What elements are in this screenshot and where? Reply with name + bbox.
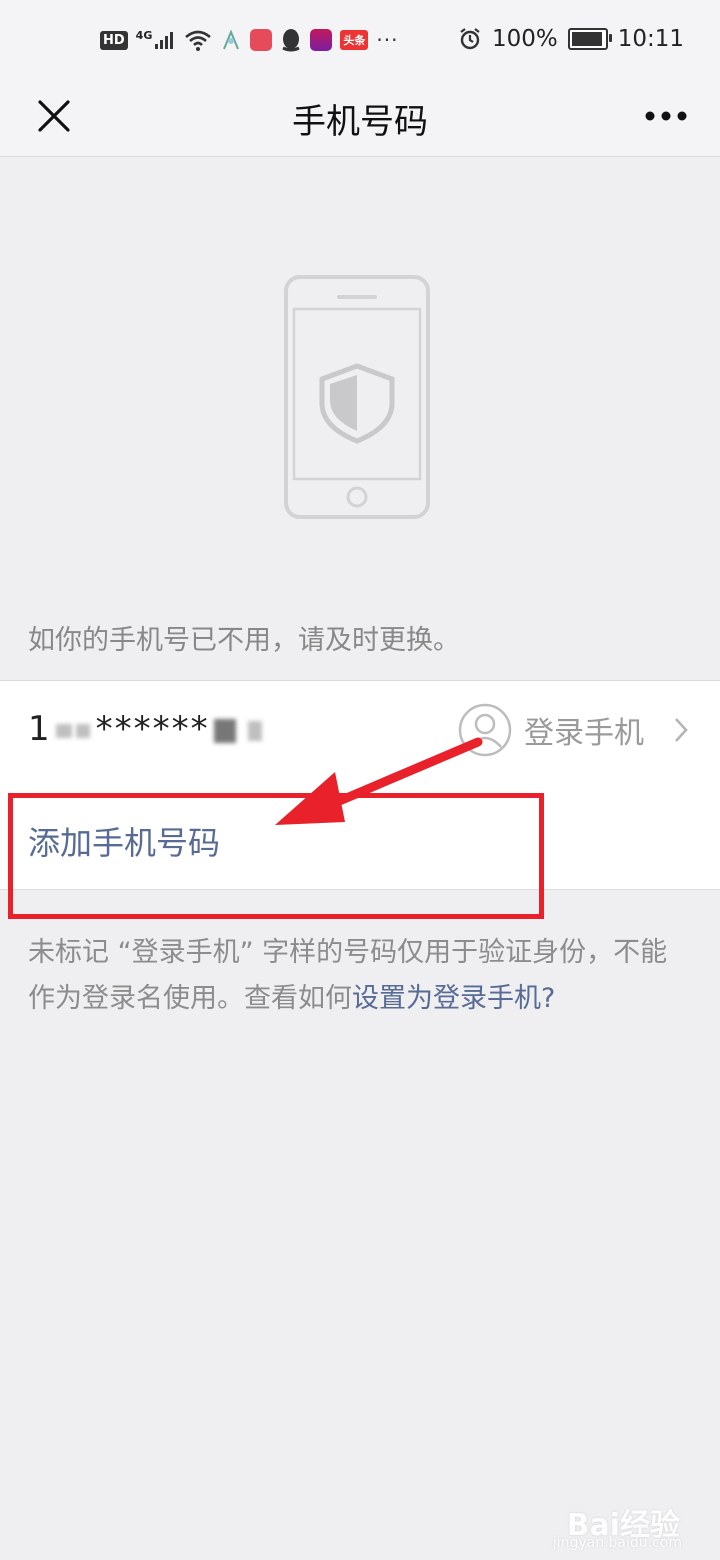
- more-notifications: ···: [376, 28, 399, 52]
- alarm-icon: [460, 28, 480, 50]
- hd-badge: HD: [100, 30, 128, 50]
- battery-charging-icon: [567, 28, 612, 50]
- status-right: 100% 10:11: [458, 26, 684, 52]
- qq-icon: [282, 29, 301, 52]
- clock: 10:11: [617, 26, 684, 52]
- page-title: 手机号码: [292, 102, 428, 142]
- more-icon[interactable]: [642, 96, 690, 136]
- user-icon: [458, 703, 512, 757]
- highlight-box: [8, 793, 544, 919]
- nav-bar: 手机号码: [0, 84, 720, 157]
- note-text: 未标记 “登录手机” 字样的号码仅用于验证身份，不能作为登录名使用。查看如何: [28, 937, 668, 1014]
- login-note: 未标记 “登录手机” 字样的号码仅用于验证身份，不能作为登录名使用。查看如何设置…: [28, 930, 692, 1022]
- battery-percent: 100%: [491, 26, 558, 52]
- phone-number-row[interactable]: 1 ****** 登录手机: [0, 680, 720, 787]
- phone-number-masked: ******: [95, 709, 210, 749]
- blur-mask: [247, 720, 262, 741]
- set-login-phone-link[interactable]: 设置为登录手机: [352, 983, 541, 1014]
- app-icon: [223, 29, 240, 50]
- book-app-icon: [250, 29, 273, 51]
- phone-number: 1 ******: [28, 709, 262, 749]
- phone-number-prefix: 1: [28, 709, 52, 749]
- wifi-icon: [185, 30, 212, 51]
- baidu-watermark-url: jingyan.baidu.com: [552, 1535, 682, 1551]
- login-phone-label: 登录手机: [524, 716, 644, 751]
- network-type: 4G: [135, 28, 153, 42]
- blur-mask: [55, 723, 72, 738]
- chevron-right-icon: [675, 718, 688, 742]
- signal-icon: [155, 32, 174, 49]
- note-suffix[interactable]: ?: [541, 983, 555, 1014]
- status-left: HD 4G 头条 ···: [100, 28, 398, 52]
- toutiao-app-icon: 头条: [340, 30, 369, 50]
- replace-tip: 如你的手机号已不用，请及时更换。: [28, 625, 460, 656]
- media-app-icon: [310, 29, 333, 51]
- login-phone-tag: 登录手机: [458, 703, 692, 757]
- blur-mask: [213, 718, 236, 743]
- blur-mask: [75, 723, 90, 738]
- status-bar: HD 4G 头条 ··· 100% 10:11: [0, 0, 720, 84]
- phone-shield-icon: [284, 275, 430, 519]
